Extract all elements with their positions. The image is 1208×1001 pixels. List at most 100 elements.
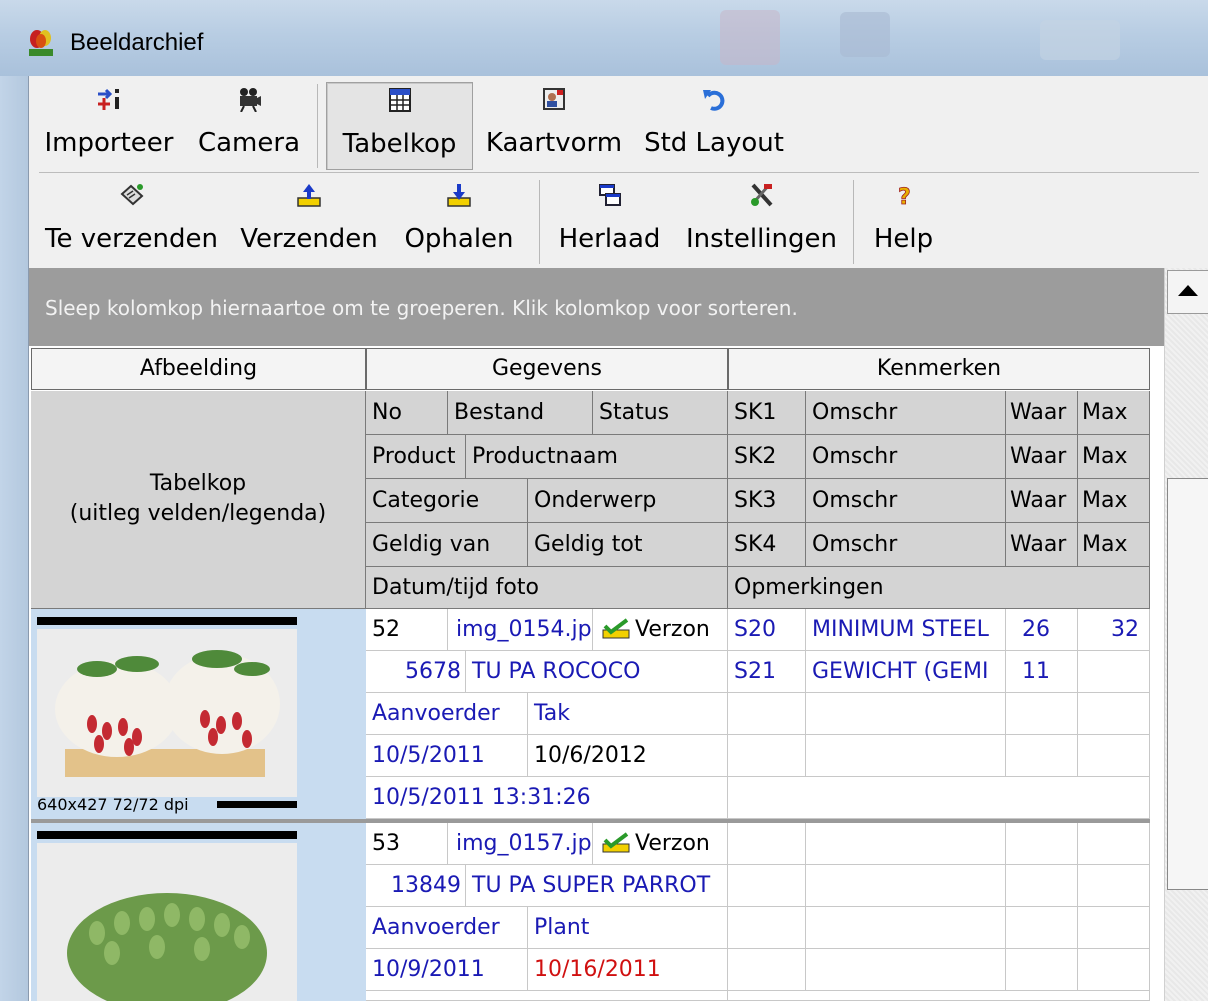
col-omschr2[interactable]: Omschr bbox=[806, 435, 1006, 479]
record-waar1[interactable]: 26 bbox=[1006, 609, 1078, 651]
record-onderwerp[interactable]: Plant bbox=[528, 907, 728, 949]
record-opmerkingen[interactable] bbox=[728, 777, 1150, 819]
record-sk4[interactable] bbox=[728, 949, 806, 991]
record-product[interactable]: 13849 bbox=[366, 865, 466, 907]
record-bestand[interactable]: img_0154.jp bbox=[448, 609, 593, 651]
band-kenmerken[interactable]: Kenmerken bbox=[728, 348, 1150, 390]
record-waar2[interactable] bbox=[1006, 865, 1078, 907]
col-productnaam[interactable]: Productnaam bbox=[466, 435, 728, 479]
record-max3[interactable] bbox=[1078, 693, 1150, 735]
data-grid[interactable]: Sleep kolomkop hiernaartoe om te groeper… bbox=[29, 268, 1164, 1001]
record-omschr1[interactable] bbox=[806, 823, 1006, 865]
record-omschr1[interactable]: MINIMUM STEEL bbox=[806, 609, 1006, 651]
record-omschr3[interactable] bbox=[806, 907, 1006, 949]
col-product[interactable]: Product bbox=[366, 435, 466, 479]
record-sk3[interactable] bbox=[728, 693, 806, 735]
record-geldig-van[interactable]: 10/9/2011 bbox=[366, 949, 528, 991]
col-opmerkingen[interactable]: Opmerkingen bbox=[728, 567, 1150, 609]
record-bestand[interactable]: img_0157.jp bbox=[448, 823, 593, 865]
record-waar3[interactable] bbox=[1006, 907, 1078, 949]
camera-button[interactable]: Camera bbox=[189, 76, 309, 172]
record-max4[interactable] bbox=[1078, 735, 1150, 777]
record-waar3[interactable] bbox=[1006, 693, 1078, 735]
band-afbeelding[interactable]: Afbeelding bbox=[31, 348, 366, 390]
col-max2[interactable]: Max bbox=[1078, 435, 1150, 479]
record-status[interactable]: Verzon bbox=[593, 609, 728, 651]
col-bestand[interactable]: Bestand bbox=[448, 391, 593, 435]
scroll-up-arrow-icon[interactable] bbox=[1167, 270, 1208, 314]
col-geldig-tot[interactable]: Geldig tot bbox=[528, 523, 728, 567]
record-max4[interactable] bbox=[1078, 949, 1150, 991]
col-omschr3[interactable]: Omschr bbox=[806, 479, 1006, 523]
record-waar2[interactable]: 11 bbox=[1006, 651, 1078, 693]
record-max3[interactable] bbox=[1078, 907, 1150, 949]
instellingen-button[interactable]: Instellingen bbox=[679, 172, 844, 268]
group-by-panel[interactable]: Sleep kolomkop hiernaartoe om te groeper… bbox=[29, 268, 1164, 346]
record-categorie[interactable]: Aanvoerder bbox=[366, 907, 528, 949]
record-no[interactable]: 53 bbox=[366, 823, 448, 865]
col-sk3[interactable]: SK3 bbox=[728, 479, 806, 523]
record-productnaam[interactable]: TU PA SUPER PARROT bbox=[466, 865, 728, 907]
record-max1[interactable] bbox=[1078, 823, 1150, 865]
std-layout-button[interactable]: Std Layout bbox=[639, 76, 789, 172]
col-omschr1[interactable]: Omschr bbox=[806, 391, 1006, 435]
record-waar4[interactable] bbox=[1006, 949, 1078, 991]
record-waar4[interactable] bbox=[1006, 735, 1078, 777]
record-omschr2[interactable] bbox=[806, 865, 1006, 907]
record-max1[interactable]: 32 bbox=[1078, 609, 1150, 651]
col-sk2[interactable]: SK2 bbox=[728, 435, 806, 479]
col-waar4[interactable]: Waar bbox=[1006, 523, 1078, 567]
record-sk4[interactable] bbox=[728, 735, 806, 777]
record-image-cell[interactable] bbox=[31, 823, 366, 1001]
kaartvorm-button[interactable]: Kaartvorm bbox=[479, 76, 629, 172]
col-sk4[interactable]: SK4 bbox=[728, 523, 806, 567]
te-verzenden-button[interactable]: Te verzenden bbox=[39, 172, 224, 268]
record-product[interactable]: 5678 bbox=[366, 651, 466, 693]
record-sk1[interactable]: S20 bbox=[728, 609, 806, 651]
tabelkop-button[interactable]: Tabelkop bbox=[326, 82, 473, 170]
col-onderwerp[interactable]: Onderwerp bbox=[528, 479, 728, 523]
record-waar1[interactable] bbox=[1006, 823, 1078, 865]
record-sk2[interactable] bbox=[728, 865, 806, 907]
record-sk3[interactable] bbox=[728, 907, 806, 949]
col-waar2[interactable]: Waar bbox=[1006, 435, 1078, 479]
col-omschr4[interactable]: Omschr bbox=[806, 523, 1006, 567]
ophalen-button[interactable]: Ophalen bbox=[394, 172, 524, 268]
record-datum-tijd[interactable]: 10/5/2011 13:31:26 bbox=[366, 777, 728, 819]
record-geldig-tot-expired[interactable]: 10/16/2011 bbox=[528, 949, 728, 991]
help-button[interactable]: ? Help bbox=[861, 172, 946, 268]
record-status[interactable]: Verzon bbox=[593, 823, 728, 865]
col-sk1[interactable]: SK1 bbox=[728, 391, 806, 435]
col-max3[interactable]: Max bbox=[1078, 479, 1150, 523]
col-categorie[interactable]: Categorie bbox=[366, 479, 528, 523]
record-datum-tijd[interactable] bbox=[366, 991, 728, 1001]
col-waar1[interactable]: Waar bbox=[1006, 391, 1078, 435]
record-categorie[interactable]: Aanvoerder bbox=[366, 693, 528, 735]
band-gegevens[interactable]: Gegevens bbox=[366, 348, 728, 390]
record-geldig-tot[interactable]: 10/6/2012 bbox=[528, 735, 728, 777]
vertical-scrollbar[interactable] bbox=[1164, 268, 1208, 1001]
record-max2[interactable] bbox=[1078, 651, 1150, 693]
record-geldig-van[interactable]: 10/5/2011 bbox=[366, 735, 528, 777]
herlaad-button[interactable]: Herlaad bbox=[547, 172, 672, 268]
record-sk1[interactable] bbox=[728, 823, 806, 865]
record-omschr3[interactable] bbox=[806, 693, 1006, 735]
record-omschr2[interactable]: GEWICHT (GEMI bbox=[806, 651, 1006, 693]
record-sk2[interactable]: S21 bbox=[728, 651, 806, 693]
record-no[interactable]: 52 bbox=[366, 609, 448, 651]
importeer-button[interactable]: Importeer bbox=[39, 76, 179, 172]
verzenden-button[interactable]: Verzenden bbox=[234, 172, 384, 268]
record-productnaam[interactable]: TU PA ROCOCO bbox=[466, 651, 728, 693]
col-status[interactable]: Status bbox=[593, 391, 728, 435]
record-omschr4[interactable] bbox=[806, 735, 1006, 777]
record-onderwerp[interactable]: Tak bbox=[528, 693, 728, 735]
col-max4[interactable]: Max bbox=[1078, 523, 1150, 567]
record-omschr4[interactable] bbox=[806, 949, 1006, 991]
record-opmerkingen[interactable] bbox=[728, 991, 1150, 1001]
col-geldig-van[interactable]: Geldig van bbox=[366, 523, 528, 567]
col-no[interactable]: No bbox=[366, 391, 448, 435]
record-max2[interactable] bbox=[1078, 865, 1150, 907]
record-image-cell[interactable]: 640x427 72/72 dpi bbox=[31, 609, 366, 823]
col-waar3[interactable]: Waar bbox=[1006, 479, 1078, 523]
col-max1[interactable]: Max bbox=[1078, 391, 1150, 435]
